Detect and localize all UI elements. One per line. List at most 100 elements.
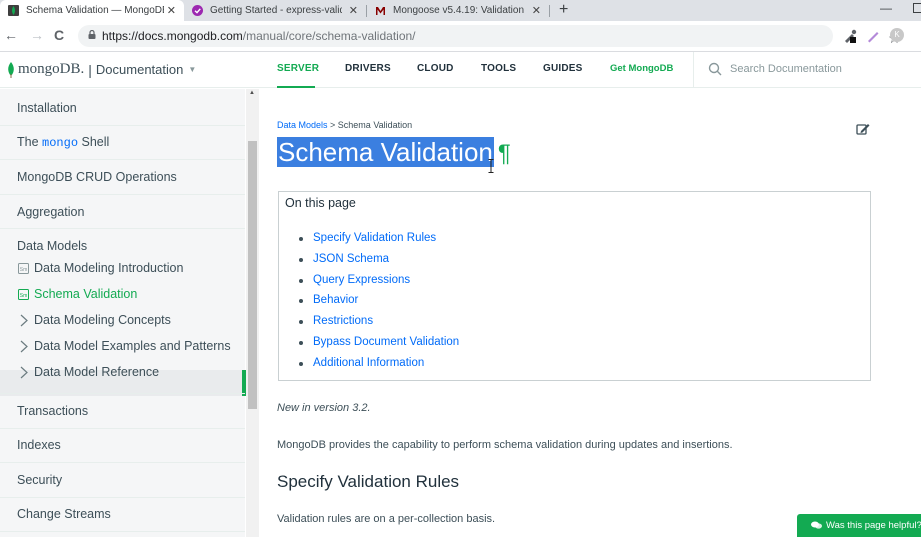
close-icon[interactable]: ✕: [349, 4, 358, 17]
sidebar-divider: [0, 497, 245, 498]
sidebar-item-change-streams[interactable]: Change Streams: [0, 507, 245, 521]
search-icon: [708, 62, 722, 76]
main-content: Data Models > Schema Validation Schema V…: [259, 89, 921, 537]
sidebar-item-label: Data Model Reference: [34, 365, 160, 379]
sidebar-item-crud[interactable]: MongoDB CRUD Operations: [0, 170, 245, 184]
page-icon: Sm: [18, 262, 29, 274]
toc-link[interactable]: Restrictions: [313, 315, 373, 327]
sidebar-divider: [0, 462, 245, 463]
search-placeholder: Search Documentation: [730, 63, 842, 75]
new-tab-button[interactable]: +: [559, 1, 568, 19]
sidebar-item-aggregation[interactable]: Aggregation: [0, 205, 245, 219]
tab-title: Mongoose v5.4.19: Validation: [393, 5, 525, 16]
feedback-button[interactable]: Was this page helpful?: [797, 514, 921, 537]
toc-link[interactable]: Bypass Document Validation: [313, 336, 459, 348]
brand-name: mongoDB.: [18, 61, 85, 77]
edit-icon[interactable]: [856, 122, 870, 136]
toc-item[interactable]: Query Expressions: [297, 274, 459, 295]
lock-icon: [88, 30, 96, 39]
mongo-code: mongo: [42, 136, 79, 150]
on-this-page-heading: On this page: [285, 196, 356, 210]
intro-paragraph: MongoDB provides the capability to perfo…: [277, 439, 733, 451]
sidebar-item-installation[interactable]: Installation: [0, 101, 245, 115]
close-icon[interactable]: ✕: [532, 4, 541, 17]
sidebar-scrollbar[interactable]: ▲: [246, 89, 259, 537]
scrollbar-thumb[interactable]: [248, 141, 257, 409]
sidebar-divider: [0, 393, 245, 394]
url-host: https://docs.mongodb.com: [102, 29, 243, 43]
bullet-icon: [299, 237, 303, 241]
bullet-icon: [299, 278, 303, 283]
toc-item[interactable]: Bypass Document Validation: [297, 336, 459, 357]
chevron-right-icon: [20, 366, 28, 378]
pen-extension-icon[interactable]: [866, 29, 880, 43]
chevron-right-icon: [20, 340, 28, 352]
get-mongodb-link[interactable]: Get MongoDB: [610, 63, 673, 74]
tab-schema-validation[interactable]: Schema Validation — MongoDB ✕: [0, 0, 184, 21]
sidebar-item-schema-validation[interactable]: Sm Schema Validation: [0, 287, 245, 301]
sidebar: Installation The mongo Shell MongoDB CRU…: [0, 89, 246, 537]
bullet-icon: [299, 257, 303, 262]
sidebar-item-security[interactable]: Security: [0, 473, 245, 487]
scroll-up-arrow-icon[interactable]: ▲: [249, 90, 255, 96]
browser-tab-strip: Schema Validation — MongoDB ✕ Getting St…: [0, 0, 921, 21]
chevron-down-icon[interactable]: ▼: [188, 65, 196, 74]
url-text: https://docs.mongodb.com/manual/core/sch…: [102, 29, 416, 43]
sidebar-divider: [0, 125, 245, 126]
back-arrow-icon[interactable]: ←: [4, 27, 18, 43]
sidebar-item-transactions[interactable]: Transactions: [0, 404, 245, 418]
sidebar-divider: [0, 531, 245, 532]
sidebar-item-data-models[interactable]: Data Models: [0, 239, 245, 253]
reload-icon[interactable]: C: [54, 27, 64, 43]
maximize-button[interactable]: [913, 3, 921, 13]
breadcrumb-separator: >: [327, 120, 338, 130]
close-icon[interactable]: ✕: [167, 4, 176, 17]
toc-link[interactable]: Query Expressions: [313, 274, 410, 286]
svg-text:Sm: Sm: [20, 267, 28, 273]
toc-item[interactable]: Specify Validation Rules: [297, 232, 459, 253]
version-note: New in version 3.2.: [277, 402, 371, 414]
breadcrumb-link-data-models[interactable]: Data Models: [277, 120, 328, 130]
sidebar-item-data-modeling-intro[interactable]: Sm Data Modeling Introduction: [0, 261, 245, 275]
mongodb-leaf-icon: [8, 61, 14, 78]
toc-link[interactable]: Additional Information: [313, 357, 424, 369]
search-box[interactable]: Search Documentation: [693, 52, 921, 88]
eyedropper-extension-icon[interactable]: [843, 29, 857, 43]
sidebar-item-data-model-examples[interactable]: Data Model Examples and Patterns: [0, 339, 245, 353]
express-validator-icon: [192, 5, 203, 16]
nav-server[interactable]: SERVER: [277, 63, 319, 74]
sidebar-item-data-modeling-concepts[interactable]: Data Modeling Concepts: [0, 313, 245, 327]
sidebar-divider: [0, 159, 245, 160]
toc-item[interactable]: JSON Schema: [297, 253, 459, 274]
nav-drivers[interactable]: DRIVERS: [345, 63, 391, 74]
sidebar-item-indexes[interactable]: Indexes: [0, 438, 245, 452]
url-bar[interactable]: https://docs.mongodb.com/manual/core/sch…: [78, 25, 901, 47]
sidebar-item-data-model-reference[interactable]: Data Model Reference: [0, 365, 245, 379]
nav-cloud[interactable]: CLOUD: [417, 63, 454, 74]
sidebar-item-label: Data Modeling Introduction: [34, 261, 184, 275]
sidebar-item-label: The: [17, 135, 43, 149]
mongodb-logo[interactable]: mongoDB. | Documentation ▼: [7, 61, 196, 78]
svg-text:Sm: Sm: [20, 293, 28, 299]
sidebar-item-mongo-shell[interactable]: The mongo Shell: [0, 135, 245, 150]
nav-guides[interactable]: GUIDES: [543, 63, 583, 74]
toc-item[interactable]: Additional Information: [297, 357, 459, 378]
profile-avatar[interactable]: K: [890, 28, 904, 42]
sidebar-item-label: Data Modeling Concepts: [34, 313, 171, 327]
on-this-page-box: On this page Specify Validation Rules JS…: [278, 191, 871, 381]
toc-link[interactable]: JSON Schema: [313, 253, 389, 265]
toc-link[interactable]: Specify Validation Rules: [313, 232, 436, 244]
nav-tools[interactable]: TOOLS: [481, 63, 516, 74]
toc-link[interactable]: Behavior: [313, 294, 358, 306]
sidebar-divider: [0, 194, 245, 195]
tab-express-validator[interactable]: Getting Started - express-validator ✕: [184, 0, 366, 21]
toc-item[interactable]: Behavior: [297, 294, 459, 315]
tab-mongoose[interactable]: Mongoose v5.4.19: Validation ✕: [367, 0, 549, 21]
section-heading: Specify Validation Rules: [277, 472, 460, 491]
permalink-icon[interactable]: ¶: [498, 140, 511, 167]
toc-item[interactable]: Restrictions: [297, 315, 459, 336]
sidebar-divider: [0, 428, 245, 429]
breadcrumb-current: Schema Validation: [337, 120, 413, 130]
minimize-button[interactable]: —: [880, 1, 892, 15]
forward-arrow-icon[interactable]: →: [30, 27, 44, 43]
